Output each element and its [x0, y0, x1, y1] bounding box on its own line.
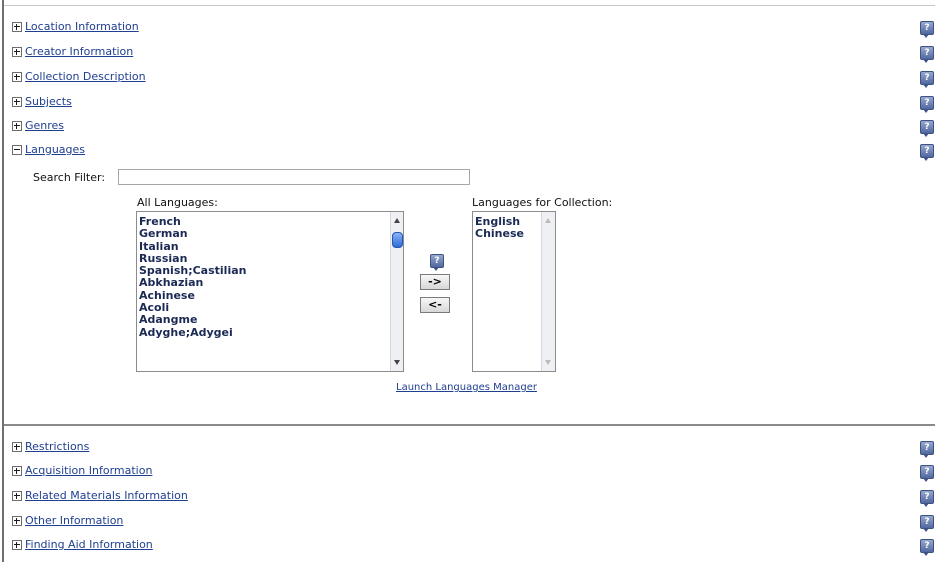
section-link-location-information[interactable]: Location Information [25, 20, 139, 34]
section-divider [4, 424, 935, 426]
section-languages[interactable]: Languages [12, 143, 85, 157]
section-link-acquisition-information[interactable]: Acquisition Information [25, 464, 152, 478]
help-icon[interactable]: ? [920, 96, 934, 113]
plus-box-icon[interactable] [12, 72, 22, 82]
help-icon[interactable]: ? [920, 71, 934, 88]
help-icon[interactable]: ? [920, 465, 934, 482]
scrollbar[interactable] [541, 212, 555, 371]
help-icon[interactable]: ? [920, 441, 934, 458]
section-link-subjects[interactable]: Subjects [25, 95, 72, 109]
plus-box-icon[interactable] [12, 466, 22, 476]
all-languages-listbox[interactable]: French German Italian Russian Spanish;Ca… [136, 211, 404, 372]
scroll-thumb[interactable] [392, 232, 403, 248]
section-link-languages[interactable]: Languages [25, 143, 85, 157]
section-finding-aid-information[interactable]: Finding Aid Information [12, 538, 153, 552]
help-icon[interactable]: ? [920, 21, 934, 38]
section-link-collection-description[interactable]: Collection Description [25, 70, 146, 84]
section-link-genres[interactable]: Genres [25, 119, 64, 133]
plus-box-icon[interactable] [12, 540, 22, 550]
list-item[interactable]: German [137, 227, 403, 240]
section-creator-information[interactable]: Creator Information [12, 45, 133, 59]
help-icon[interactable]: ? [920, 490, 934, 507]
plus-box-icon[interactable] [12, 97, 22, 107]
scroll-down-arrow-icon[interactable] [545, 360, 551, 365]
left-border [2, 0, 4, 562]
top-divider [4, 5, 935, 6]
scroll-up-arrow-icon[interactable] [394, 218, 400, 223]
help-icon[interactable]: ? [920, 515, 934, 532]
add-language-button[interactable]: -> [420, 274, 450, 290]
scroll-up-arrow-icon[interactable] [545, 218, 551, 223]
section-link-restrictions[interactable]: Restrictions [25, 440, 89, 454]
launch-languages-manager-link[interactable]: Launch Languages Manager [396, 382, 537, 393]
plus-box-icon[interactable] [12, 442, 22, 452]
search-filter-label: Search Filter: [33, 171, 106, 184]
plus-box-icon[interactable] [12, 121, 22, 131]
section-related-materials-information[interactable]: Related Materials Information [12, 489, 188, 503]
list-item[interactable]: Adyghe;Adygei [137, 326, 403, 339]
help-icon[interactable]: ? [920, 539, 934, 556]
scroll-down-arrow-icon[interactable] [394, 360, 400, 365]
section-subjects[interactable]: Subjects [12, 95, 72, 109]
collection-languages-label: Languages for Collection: [472, 196, 613, 209]
minus-box-icon[interactable] [12, 145, 22, 155]
section-acquisition-information[interactable]: Acquisition Information [12, 464, 152, 478]
collection-languages-listbox[interactable]: English Chinese [472, 211, 556, 372]
help-icon[interactable]: ? [920, 46, 934, 63]
section-location-information[interactable]: Location Information [12, 20, 139, 34]
section-link-other-information[interactable]: Other Information [25, 514, 123, 528]
section-link-creator-information[interactable]: Creator Information [25, 45, 133, 59]
remove-language-button[interactable]: <- [420, 297, 450, 313]
section-collection-description[interactable]: Collection Description [12, 70, 146, 84]
plus-box-icon[interactable] [12, 491, 22, 501]
list-item[interactable]: Abkhazian [137, 277, 403, 290]
plus-box-icon[interactable] [12, 47, 22, 57]
help-icon[interactable]: ? [920, 120, 934, 137]
help-icon[interactable]: ? [920, 144, 934, 161]
list-item[interactable]: Adangme [137, 314, 403, 327]
section-genres[interactable]: Genres [12, 119, 64, 133]
all-languages-label: All Languages: [137, 196, 218, 209]
section-restrictions[interactable]: Restrictions [12, 440, 89, 454]
list-item[interactable]: Achinese [137, 289, 403, 302]
plus-box-icon[interactable] [12, 516, 22, 526]
section-other-information[interactable]: Other Information [12, 514, 123, 528]
search-filter-input[interactable] [118, 169, 470, 185]
plus-box-icon[interactable] [12, 22, 22, 32]
help-icon[interactable]: ? [430, 254, 444, 271]
scrollbar[interactable] [390, 212, 403, 371]
section-link-finding-aid-information[interactable]: Finding Aid Information [25, 538, 153, 552]
section-link-related-materials-information[interactable]: Related Materials Information [25, 489, 188, 503]
